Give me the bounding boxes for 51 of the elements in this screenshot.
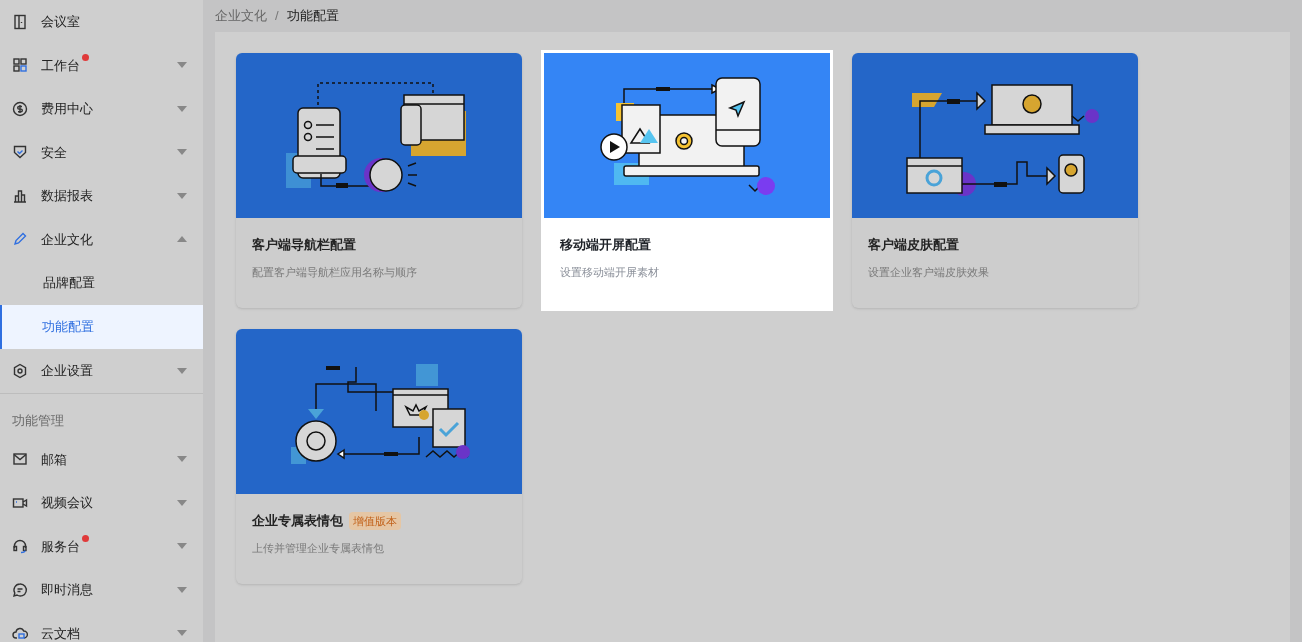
card-title: 客户端导航栏配置 (252, 236, 356, 254)
headset-icon (12, 538, 28, 555)
card-description: 设置企业客户端皮肤效果 (868, 264, 990, 280)
caret-down-icon (177, 499, 187, 506)
cloud-icon (12, 625, 28, 642)
caret-down-icon (177, 192, 187, 199)
card-title: 客户端皮肤配置 (868, 236, 959, 254)
pencil-icon (12, 231, 28, 248)
sidebar-item[interactable]: 邮箱 (0, 437, 203, 481)
sidebar-item[interactable]: 服务台 (0, 524, 203, 568)
sidebar-item[interactable]: 工作台 (0, 43, 203, 87)
caret-down-icon (177, 630, 187, 637)
premium-tag: 增值版本 (349, 511, 401, 530)
caret-down-icon (177, 367, 187, 374)
caret-up-icon (177, 236, 187, 243)
submenu-item[interactable]: 品牌配置 (0, 261, 203, 305)
caret-down-icon (177, 543, 187, 550)
sidebar-item[interactable]: 安全 (0, 130, 203, 174)
card-title: 移动端开屏配置 (560, 236, 651, 254)
feature-card[interactable]: 企业专属表情包 增值版本 上传并管理企业专属表情包 (236, 329, 522, 584)
breadcrumb-item: 功能配置 (286, 7, 339, 26)
feature-card[interactable]: 客户端导航栏配置 配置客户端导航栏应用名称与顺序 (236, 53, 522, 308)
sidebar-item[interactable]: 视频会议 (0, 481, 203, 525)
caret-down-icon (177, 149, 187, 156)
caret-down-icon (177, 586, 187, 593)
dollar-icon (12, 100, 28, 117)
sidebar-item[interactable]: 会议室 (0, 0, 203, 44)
door-icon (12, 13, 28, 30)
sidebar-item[interactable]: 即时消息 (0, 568, 203, 612)
caret-down-icon (177, 456, 187, 463)
sidebar-item[interactable]: 企业设置 (0, 349, 203, 393)
mail-icon (12, 451, 28, 468)
caret-down-icon (177, 62, 187, 69)
hexagon-icon (12, 362, 28, 379)
card-description: 设置移动端开屏素材 (560, 264, 660, 280)
caret-down-icon (177, 105, 187, 112)
sidebar-item[interactable]: 企业文化 (0, 217, 203, 261)
submenu-item[interactable]: 功能配置 (0, 305, 203, 349)
sidebar-item[interactable]: 数据报表 (0, 174, 203, 218)
sidebar-item[interactable]: 费用中心 (0, 87, 203, 131)
card-description: 配置客户端导航栏应用名称与顺序 (252, 264, 418, 280)
feature-card[interactable]: 客户端皮肤配置 设置企业客户端皮肤效果 (852, 53, 1138, 308)
shield-icon (12, 144, 28, 161)
grid-icon (12, 57, 28, 74)
breadcrumb-separator: / (275, 7, 279, 26)
chat-bubble-icon (12, 581, 28, 598)
sidebar-item[interactable]: 云文档 (0, 611, 203, 642)
section-heading: 功能管理 (12, 412, 64, 428)
bar-chart-icon (12, 187, 28, 204)
card-title: 企业专属表情包 (252, 512, 343, 530)
card-description: 上传并管理企业专属表情包 (252, 540, 385, 556)
